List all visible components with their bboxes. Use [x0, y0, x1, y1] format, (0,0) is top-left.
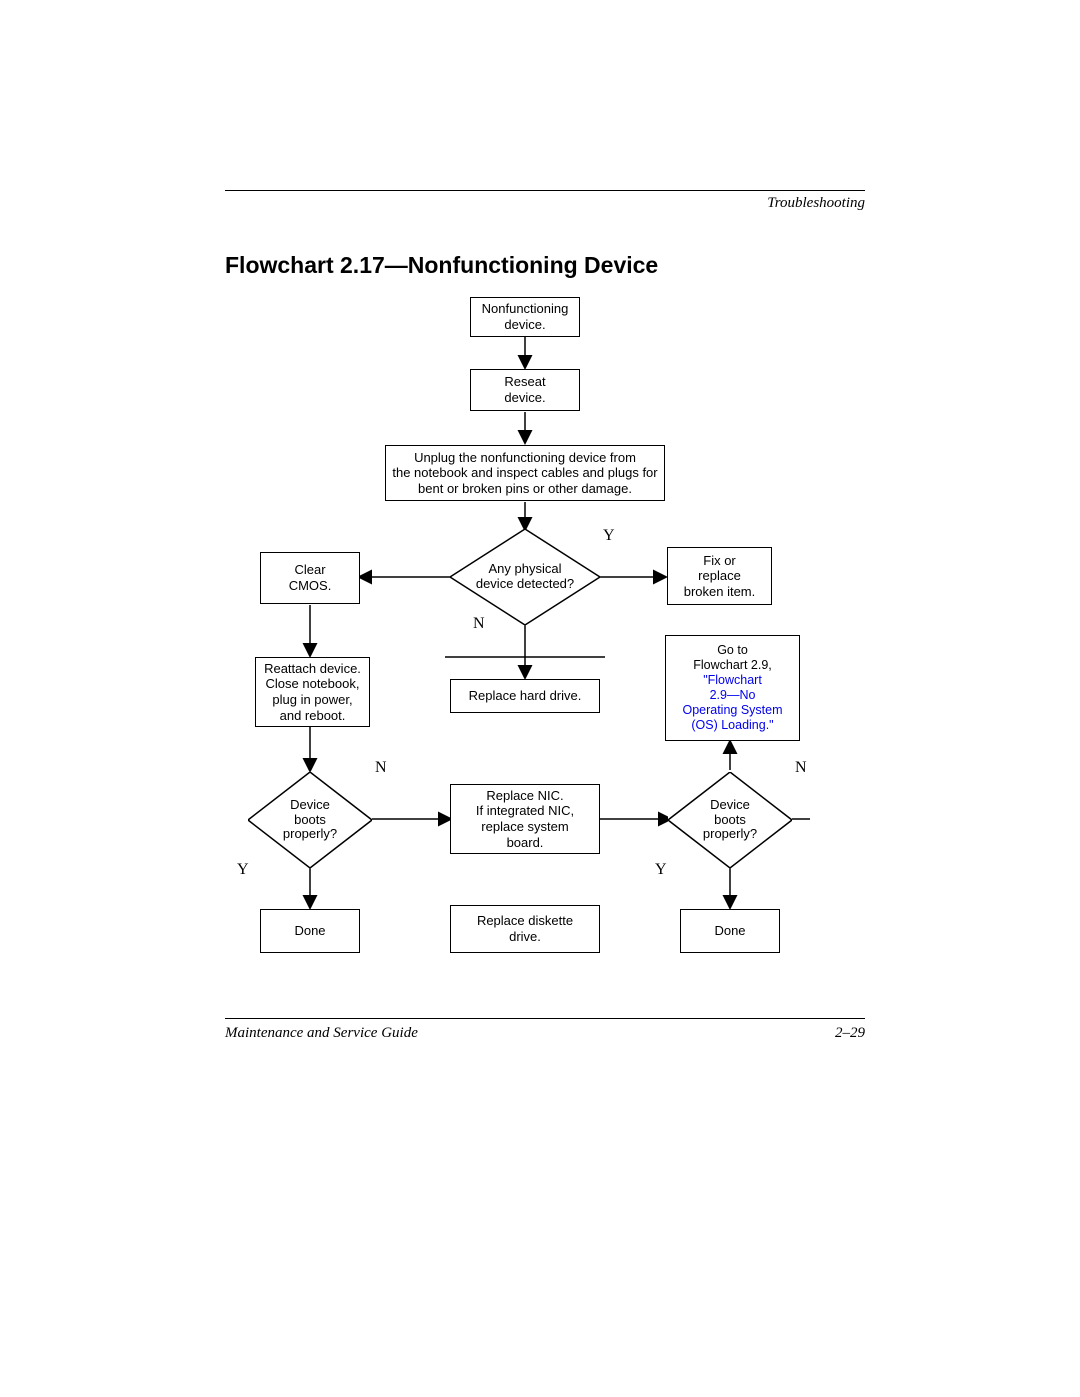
text: board.	[507, 835, 544, 851]
node-reseat: Reseat device.	[470, 369, 580, 411]
node-boots-right-decision: Device boots properly?	[668, 772, 792, 868]
page-title: Flowchart 2.17—Nonfunctioning Device	[225, 252, 865, 279]
node-boots-left-decision: Device boots properly?	[248, 772, 372, 868]
label-n: N	[375, 759, 387, 777]
text: bent or broken pins or other damage.	[418, 481, 632, 497]
flowchart-canvas: Nonfunctioning device. Reseat device. Un…	[225, 297, 865, 1047]
footer-left: Maintenance and Service Guide	[225, 1025, 418, 1042]
text: Device	[710, 798, 750, 813]
text: Unplug the nonfunctioning device from	[414, 450, 636, 466]
text: Device	[290, 798, 330, 813]
text: Fix or	[703, 553, 736, 569]
footer-rule	[225, 1018, 865, 1019]
text: replace system	[481, 819, 568, 835]
text: properly?	[283, 827, 337, 842]
text: Go to	[717, 643, 748, 658]
text: the notebook and inspect cables and plug…	[392, 465, 657, 481]
label-n: N	[473, 615, 485, 633]
header-rule	[225, 190, 865, 191]
text: Any physical	[489, 562, 562, 577]
section-label: Troubleshooting	[225, 195, 865, 212]
text: device.	[504, 390, 545, 406]
text: Done	[714, 923, 745, 939]
node-start: Nonfunctioning device.	[470, 297, 580, 337]
footer-right: 2–29	[835, 1025, 865, 1042]
node-replace-diskette: Replace diskette drive.	[450, 905, 600, 953]
page-footer: Maintenance and Service Guide 2–29	[225, 1018, 865, 1042]
text: drive.	[509, 929, 541, 945]
text: boots	[714, 813, 746, 828]
text: If integrated NIC,	[476, 803, 574, 819]
node-replace-nic: Replace NIC. If integrated NIC, replace …	[450, 784, 600, 854]
node-detect-decision: Any physical device detected?	[450, 529, 600, 625]
link-flowchart-29[interactable]: "Flowchart	[703, 673, 762, 688]
text: Done	[294, 923, 325, 939]
node-clear-cmos: Clear CMOS.	[260, 552, 360, 604]
text: plug in power,	[272, 692, 352, 708]
text: and reboot.	[280, 708, 346, 724]
text: Reattach device.	[264, 661, 361, 677]
text: Clear	[294, 562, 325, 578]
node-done-right: Done	[680, 909, 780, 953]
node-done-left: Done	[260, 909, 360, 953]
node-reattach: Reattach device. Close notebook, plug in…	[255, 657, 370, 727]
label-y: Y	[237, 861, 249, 879]
text: Reseat	[504, 374, 545, 390]
node-unplug: Unplug the nonfunctioning device from th…	[385, 445, 665, 501]
text: broken item.	[684, 584, 756, 600]
text: boots	[294, 813, 326, 828]
text: Replace NIC.	[486, 788, 563, 804]
text: device.	[504, 317, 545, 333]
label-y: Y	[603, 527, 615, 545]
text: Replace diskette	[477, 913, 573, 929]
link-flowchart-29[interactable]: 2.9—No	[710, 688, 756, 703]
text: Replace hard drive.	[469, 688, 582, 704]
text: Close notebook,	[266, 676, 360, 692]
label-n: N	[795, 759, 807, 777]
text: Flowchart 2.9,	[693, 658, 772, 673]
text: CMOS.	[289, 578, 332, 594]
link-flowchart-29[interactable]: (OS) Loading."	[691, 718, 773, 733]
node-goto-flowchart: Go to Flowchart 2.9, "Flowchart 2.9—No O…	[665, 635, 800, 741]
text: replace	[698, 568, 741, 584]
text: device detected?	[476, 577, 574, 592]
link-flowchart-29[interactable]: Operating System	[682, 703, 782, 718]
node-replace-hd: Replace hard drive.	[450, 679, 600, 713]
text: properly?	[703, 827, 757, 842]
text: Nonfunctioning	[482, 301, 569, 317]
node-fix-replace: Fix or replace broken item.	[667, 547, 772, 605]
label-y: Y	[655, 861, 667, 879]
